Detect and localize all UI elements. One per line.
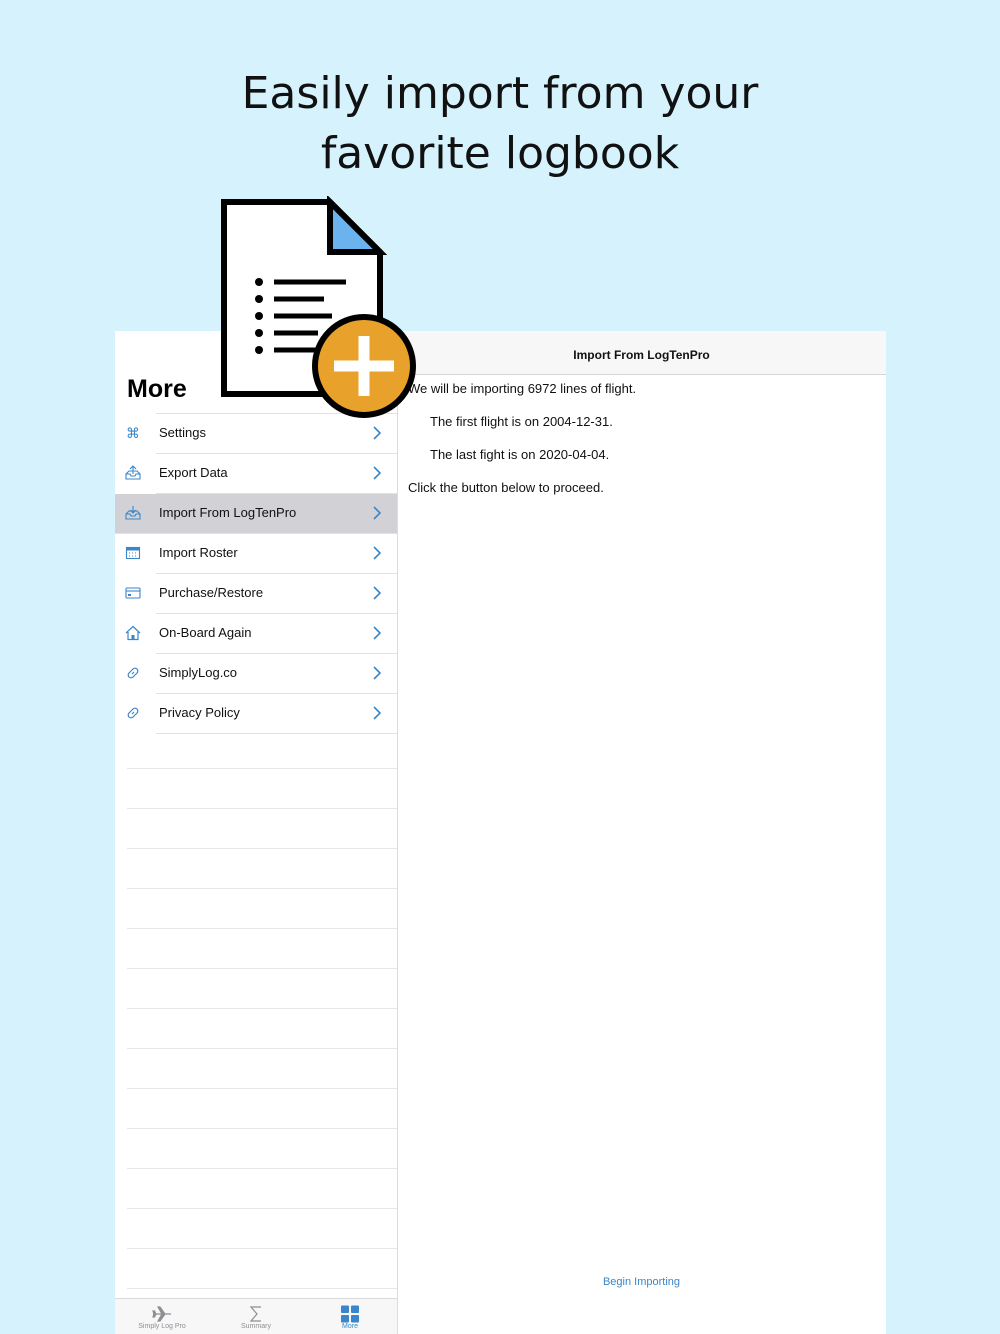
sidebar-item-label: SimplyLog.co [159,665,238,680]
tab-simply-log-pro[interactable]: Simply Log Pro [115,1299,209,1334]
sidebar-item-label: Settings [159,425,206,440]
command-icon: ⌘ [126,425,140,441]
credit-card-icon [125,587,141,599]
last-flight-text: The last fight is on 2020-04-04. [430,447,610,462]
empty-row [127,969,397,1009]
empty-row [127,1049,397,1089]
tab-label: Summary [241,1323,271,1330]
empty-row [127,889,397,929]
grid-icon [341,1305,359,1323]
sidebar-item-label: On-Board Again [159,625,252,640]
import-count-text: We will be importing 6972 lines of fligh… [408,381,637,396]
empty-row [127,729,397,769]
sidebar: More ⌘ Settings Export Data Import From … [115,331,398,1334]
first-flight-text: The first flight is on 2004-12-31. [430,414,613,429]
tray-download-icon [125,506,141,520]
chevron-right-icon [373,546,382,560]
nav-title: Import From LogTenPro [573,348,710,362]
begin-importing-button[interactable]: Begin Importing [397,1276,886,1288]
chevron-right-icon [373,626,382,640]
chevron-right-icon [373,426,382,440]
sidebar-title: More [127,375,187,403]
sidebar-item-label: Privacy Policy [159,705,240,720]
sidebar-item-simplylog-co[interactable]: SimplyLog.co [127,654,397,694]
ipad-screen: More ⌘ Settings Export Data Import From … [115,331,886,1334]
headline-line-1: Easily import from your [241,68,759,119]
link-icon [127,707,139,719]
empty-row [127,1089,397,1129]
chevron-right-icon [373,586,382,600]
empty-row [127,1249,397,1289]
detail-pane: Import From LogTenPro We will be importi… [397,331,886,1334]
headline-line-2: favorite logbook [320,128,680,179]
sigma-icon [249,1306,261,1322]
sidebar-item-label: Import Roster [159,545,238,560]
tab-more[interactable]: More [303,1299,397,1334]
tab-bar: Simply Log Pro Summary More [115,1298,397,1334]
sidebar-item-purchase-restore[interactable]: Purchase/Restore [125,574,397,614]
airplane-icon [152,1306,171,1322]
empty-row [127,1209,397,1249]
tab-label: More [342,1323,358,1330]
empty-row [127,849,397,889]
tray-upload-icon [125,465,141,480]
sidebar-item-label: Purchase/Restore [159,585,264,600]
sidebar-item-export-data[interactable]: Export Data [125,454,397,494]
sidebar-item-on-board-again[interactable]: On-Board Again [125,614,397,654]
chevron-right-icon [373,706,382,720]
sidebar-item-import-roster[interactable]: Import Roster [125,534,397,574]
empty-table-rows [127,729,397,1289]
headline: Easily import from your favorite logbook [0,64,1000,184]
tab-label: Simply Log Pro [138,1323,186,1330]
navigation-bar: Import From LogTenPro [397,331,886,375]
sidebar-item-label: Export Data [159,465,228,480]
proceed-instruction-text: Click the button below to proceed. [408,480,604,495]
sidebar-item-privacy-policy[interactable]: Privacy Policy [127,694,397,734]
document-add-icon [221,196,416,418]
chevron-right-icon [373,666,382,680]
empty-row [127,1169,397,1209]
link-icon [127,667,139,679]
chevron-right-icon [373,466,382,480]
tab-summary[interactable]: Summary [209,1299,303,1334]
empty-row [127,809,397,849]
menu-list: ⌘ Settings Export Data Import From LogTe… [115,413,397,734]
empty-row [127,1009,397,1049]
home-icon [125,625,141,641]
empty-row [127,929,397,969]
calendar-icon [125,546,141,560]
empty-row [127,1129,397,1169]
sidebar-item-import-from-logtenpro[interactable]: Import From LogTenPro [115,494,397,534]
sidebar-item-label: Import From LogTenPro [159,505,297,520]
empty-row [127,769,397,809]
chevron-right-icon [373,506,382,520]
